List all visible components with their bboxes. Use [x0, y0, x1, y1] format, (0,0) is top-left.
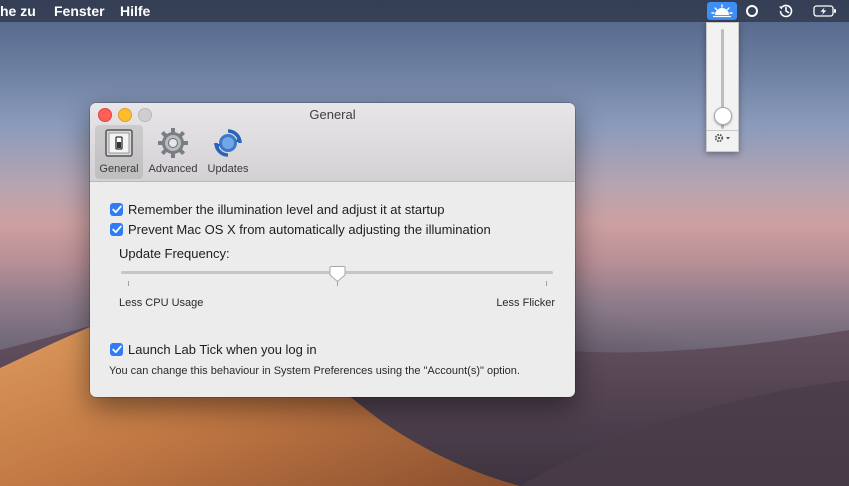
updates-icon [214, 129, 242, 157]
login-behaviour-note: You can change this behaviour in System … [109, 365, 520, 377]
brightness-popover [706, 22, 739, 152]
time-machine-icon[interactable] [775, 2, 797, 20]
remember-illumination-option[interactable]: Remember the illumination level and adju… [110, 202, 445, 217]
prevent-auto-adjust-label: Prevent Mac OS X from automatically adju… [128, 222, 491, 237]
tab-advanced-label: Advanced [148, 163, 198, 175]
brightness-icon[interactable] [707, 2, 737, 20]
menu-item-window-close[interactable]: he zu [0, 3, 36, 19]
window-title: General [309, 107, 356, 122]
gear-icon [158, 128, 188, 158]
remember-illumination-checkbox[interactable] [110, 203, 123, 216]
launch-at-login-label: Launch Lab Tick when you log in [128, 342, 317, 357]
general-pane: Remember the illumination level and adju… [90, 181, 575, 397]
switch-icon [105, 129, 133, 157]
gear-icon[interactable] [713, 133, 733, 146]
slider-tick-mid [337, 281, 338, 286]
battery-charging-icon[interactable] [812, 2, 838, 20]
slider-tick-max [546, 281, 547, 286]
launch-at-login-option[interactable]: Launch Lab Tick when you log in [110, 342, 317, 357]
tab-advanced[interactable]: Advanced [145, 125, 201, 179]
less-flicker-label: Less Flicker [496, 297, 555, 309]
tab-general[interactable]: General [95, 125, 143, 179]
popover-divider [707, 130, 738, 131]
window-titlebar[interactable]: General General Advanced Updates [90, 103, 575, 182]
brightness-slider-knob[interactable] [714, 107, 732, 125]
tab-general-label: General [99, 163, 139, 175]
tab-updates[interactable]: Updates [203, 125, 253, 179]
remember-illumination-label: Remember the illumination level and adju… [128, 202, 445, 217]
preferences-window: General General Advanced Updates Remembe… [90, 103, 575, 397]
menu-bar: he zu Fenster Hilfe [0, 0, 849, 22]
prevent-auto-adjust-option[interactable]: Prevent Mac OS X from automatically adju… [110, 222, 491, 237]
slider-tick-min [128, 281, 129, 286]
prevent-auto-adjust-checkbox[interactable] [110, 223, 123, 236]
circle-icon[interactable] [743, 2, 761, 20]
menu-item-hilfe[interactable]: Hilfe [120, 3, 150, 19]
menu-item-fenster[interactable]: Fenster [54, 3, 105, 19]
launch-at-login-checkbox[interactable] [110, 343, 123, 356]
update-frequency-label: Update Frequency: [119, 246, 230, 261]
tab-updates-label: Updates [207, 163, 249, 175]
less-cpu-label: Less CPU Usage [119, 297, 204, 309]
